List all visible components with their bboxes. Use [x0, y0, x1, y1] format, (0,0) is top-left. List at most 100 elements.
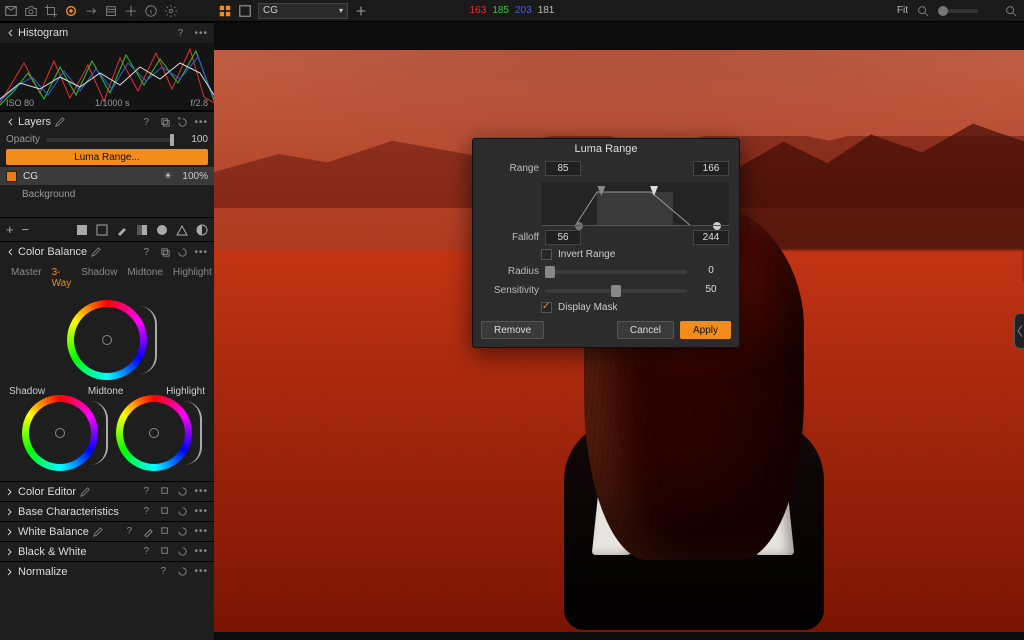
- brush-icon[interactable]: [116, 224, 128, 236]
- copy-icon[interactable]: [160, 247, 171, 258]
- range-low-input[interactable]: 85: [545, 161, 581, 176]
- reset-icon[interactable]: [177, 486, 188, 497]
- tab-highlight[interactable]: Highlight: [168, 265, 214, 291]
- remove-button[interactable]: Remove: [481, 321, 544, 339]
- help-icon[interactable]: ?: [177, 28, 188, 39]
- luma-range-button[interactable]: Luma Range...: [6, 149, 208, 165]
- normalize-panel-header[interactable]: Normalize ?•••: [0, 561, 214, 581]
- sensitivity-slider[interactable]: [545, 289, 687, 293]
- highlight-wheel[interactable]: [116, 395, 192, 471]
- help-icon[interactable]: ?: [143, 117, 154, 128]
- remove-layer-button[interactable]: −: [22, 222, 30, 237]
- cancel-button[interactable]: Cancel: [617, 321, 674, 339]
- more-icon[interactable]: •••: [194, 28, 208, 39]
- rgb-readout: 163 185 203 181: [470, 5, 555, 16]
- invert-range-checkbox[interactable]: [541, 249, 552, 260]
- grid-view-icon[interactable]: [218, 4, 232, 18]
- more-icon[interactable]: •••: [194, 526, 208, 537]
- midtone-wheel[interactable]: [67, 300, 147, 380]
- panel-title: White Balance: [18, 526, 89, 538]
- shadow-wheel[interactable]: [22, 395, 98, 471]
- pencil-icon[interactable]: [93, 527, 103, 537]
- picker-icon[interactable]: [143, 526, 154, 537]
- falloff-low-input[interactable]: 56: [545, 230, 581, 245]
- color-editor-panel-header[interactable]: Color Editor ?•••: [0, 481, 214, 501]
- fit-label[interactable]: Fit: [897, 5, 908, 16]
- more-icon[interactable]: •••: [194, 117, 208, 128]
- adjust-icon[interactable]: [64, 4, 78, 18]
- pencil-icon[interactable]: [55, 117, 65, 127]
- help-icon[interactable]: ?: [143, 247, 154, 258]
- tab-master[interactable]: Master: [6, 265, 47, 291]
- layers-panel-header[interactable]: Layers ? •••: [0, 112, 214, 132]
- library-icon[interactable]: [4, 4, 18, 18]
- export-icon[interactable]: [84, 4, 98, 18]
- more-icon[interactable]: •••: [194, 247, 208, 258]
- add-layer-button[interactable]: +: [6, 222, 14, 237]
- image-viewer[interactable]: Luma Range Range 85 166: [214, 22, 1024, 640]
- crop-icon[interactable]: [44, 4, 58, 18]
- white-balance-panel-header[interactable]: White Balance ? •••: [0, 521, 214, 541]
- radius-slider[interactable]: [545, 270, 687, 274]
- reset-icon[interactable]: [177, 546, 188, 557]
- quick-icon[interactable]: [124, 4, 138, 18]
- copy-icon[interactable]: [160, 117, 171, 128]
- histogram-panel-header[interactable]: Histogram ?•••: [0, 23, 214, 43]
- reset-icon[interactable]: [177, 247, 188, 258]
- panel-toggle-handle[interactable]: [1014, 313, 1024, 349]
- zoom-icon[interactable]: [916, 4, 930, 18]
- base-characteristics-panel-header[interactable]: Base Characteristics ?•••: [0, 501, 214, 521]
- opacity-slider[interactable]: [46, 138, 174, 142]
- metadata-icon[interactable]: [104, 4, 118, 18]
- more-icon[interactable]: •••: [194, 566, 208, 577]
- color-balance-panel-header[interactable]: Color Balance ? •••: [0, 242, 214, 262]
- copy-icon[interactable]: [160, 506, 171, 517]
- mask-fill-icon[interactable]: [76, 224, 88, 236]
- camera-icon[interactable]: [24, 4, 38, 18]
- pencil-icon[interactable]: [91, 247, 101, 257]
- tab-midtone[interactable]: Midtone: [122, 265, 168, 291]
- help-icon[interactable]: ?: [143, 546, 154, 557]
- dialog-title: Luma Range: [473, 139, 739, 159]
- invert-icon[interactable]: [196, 224, 208, 236]
- variant-selector[interactable]: CG ▾: [258, 3, 348, 19]
- help-icon[interactable]: ?: [126, 526, 137, 537]
- falloff-high-input[interactable]: 244: [693, 230, 729, 245]
- falloff-handle-low[interactable]: [575, 222, 583, 230]
- luma-icon[interactable]: [176, 224, 188, 236]
- exposure-slider[interactable]: [938, 9, 978, 13]
- search-icon[interactable]: [1004, 4, 1018, 18]
- reset-icon[interactable]: [177, 506, 188, 517]
- background-layer[interactable]: Background: [0, 185, 214, 203]
- reset-icon[interactable]: [177, 526, 188, 537]
- copy-icon[interactable]: [160, 486, 171, 497]
- gradient-icon[interactable]: [136, 224, 148, 236]
- tab-3way[interactable]: 3-Way: [47, 265, 77, 291]
- mask-erase-icon[interactable]: [96, 224, 108, 236]
- more-icon[interactable]: •••: [194, 546, 208, 557]
- radial-icon[interactable]: [156, 224, 168, 236]
- apply-button[interactable]: Apply: [680, 321, 731, 339]
- help-icon[interactable]: ?: [160, 566, 171, 577]
- more-icon[interactable]: •••: [194, 486, 208, 497]
- gear-icon[interactable]: [164, 4, 178, 18]
- range-high-input[interactable]: 166: [693, 161, 729, 176]
- help-icon[interactable]: ?: [143, 506, 154, 517]
- copy-icon[interactable]: [160, 526, 171, 537]
- black-white-panel-header[interactable]: Black & White ?•••: [0, 541, 214, 561]
- reset-icon[interactable]: [177, 566, 188, 577]
- luma-range-graph[interactable]: [541, 182, 729, 226]
- add-variant-icon[interactable]: [354, 4, 368, 18]
- more-icon[interactable]: •••: [194, 506, 208, 517]
- info-icon[interactable]: [144, 4, 158, 18]
- help-icon[interactable]: ?: [143, 486, 154, 497]
- single-view-icon[interactable]: [238, 4, 252, 18]
- display-mask-checkbox[interactable]: [541, 302, 552, 313]
- pencil-icon[interactable]: [80, 487, 90, 497]
- reset-icon[interactable]: [177, 117, 188, 128]
- layer-name: CG: [23, 171, 38, 182]
- tab-shadow[interactable]: Shadow: [76, 265, 122, 291]
- layer-visible-checkbox[interactable]: [6, 171, 17, 182]
- layer-row[interactable]: CG ☀ 100%: [0, 167, 214, 185]
- copy-icon[interactable]: [160, 546, 171, 557]
